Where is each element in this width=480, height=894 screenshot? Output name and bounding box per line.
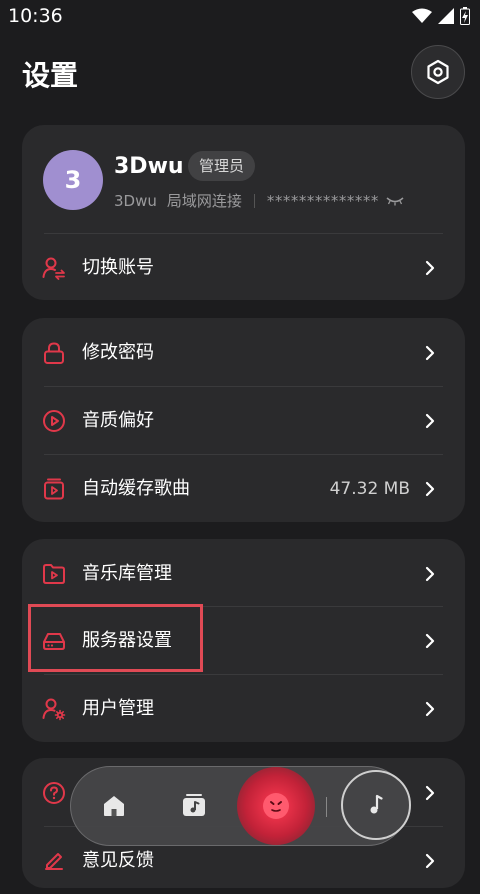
page-title: 设置 [22,59,79,92]
role-badge: 管理员 [188,151,256,181]
switch-account-label: 切换账号 [82,257,154,278]
masked-address: ************** [266,191,379,210]
chevron-right-icon [425,345,435,361]
settings-button[interactable] [411,45,465,99]
divider [44,674,443,675]
signal-icon [438,8,454,24]
wifi-icon [412,8,432,23]
account-meta: 3Dwu 局域网连接 ************** [114,190,405,211]
chevron-right-icon [425,566,435,582]
play-circle-icon [43,410,65,432]
avatar[interactable]: 3 [43,150,103,210]
battery-charging-icon [460,7,470,25]
music-library-icon [183,794,205,816]
hexagon-gear-icon [427,59,449,85]
mini-player-button[interactable] [341,770,411,840]
chevron-right-icon [425,481,435,497]
chevron-right-icon [425,633,435,649]
chevron-right-icon [425,413,435,429]
smiley-face-icon [263,793,289,819]
highlight-box [28,604,203,672]
status-time: 10:36 [8,5,63,27]
server-name: 3Dwu [114,191,157,210]
audio-quality-row[interactable]: 音质偏好 [22,388,465,454]
status-bar: 10:36 [0,0,480,34]
status-icons [412,7,470,25]
user-settings-icon [42,698,66,721]
auto-cache-label: 自动缓存歌曲 [82,478,190,499]
user-manage-label: 用户管理 [82,698,154,719]
eye-closed-icon[interactable] [385,195,405,207]
preferences-card: 修改密码 音质偏好 自动缓存歌曲 47.32 MB [22,318,465,522]
chevron-right-icon [425,701,435,717]
divider [44,386,443,387]
chevron-right-icon [425,853,435,869]
divider [44,454,443,455]
library-manage-label: 音乐库管理 [82,563,172,584]
nav-library-button[interactable] [181,793,207,823]
library-manage-row[interactable]: 音乐库管理 [22,541,465,607]
bottom-nav [70,766,411,846]
change-password-row[interactable]: 修改密码 [22,320,465,386]
change-password-label: 修改密码 [82,342,154,363]
chevron-right-icon [425,260,435,276]
meta-divider [253,193,255,208]
nav-separator [326,797,327,817]
user-manage-row[interactable]: 用户管理 [22,676,465,742]
audio-quality-label: 音质偏好 [82,410,154,431]
account-card: 3 3Dwu 管理员 3Dwu 局域网连接 ************** 切换账… [22,125,465,300]
auto-cache-row[interactable]: 自动缓存歌曲 47.32 MB [22,456,465,522]
lock-icon [44,342,64,364]
home-icon [104,796,124,816]
switch-user-icon [42,257,65,280]
cache-size: 47.32 MB [329,479,410,499]
connection-type: 局域网连接 [166,192,242,210]
edit-icon [45,853,63,870]
chevron-right-icon [425,785,435,801]
divider [44,233,443,234]
cache-video-icon [44,478,64,500]
nav-center-button[interactable] [237,767,315,845]
music-note-icon [370,794,383,814]
switch-account-row[interactable]: 切换账号 [22,235,465,301]
username: 3Dwu [114,154,184,179]
nav-home-button[interactable] [101,793,127,823]
help-circle-icon [43,782,65,804]
folder-play-icon [43,564,65,584]
